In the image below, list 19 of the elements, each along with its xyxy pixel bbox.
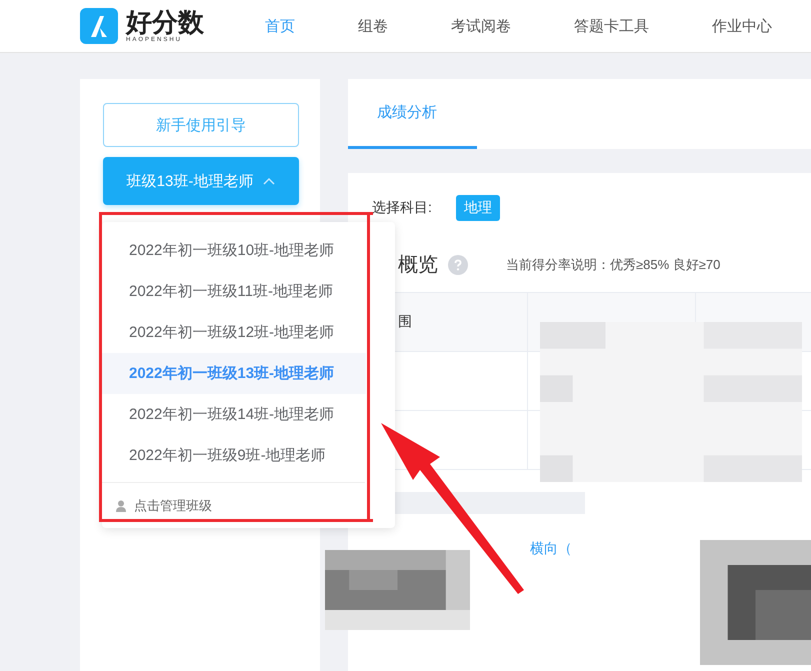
- class-option[interactable]: 2022年初一班级12班-地理老师: [102, 312, 366, 353]
- nav-link[interactable]: 组卷: [348, 16, 398, 36]
- subject-label: 选择科目:: [372, 199, 432, 217]
- nav-link[interactable]: 答题卡工具: [564, 16, 659, 36]
- overview-title: 概览: [398, 253, 438, 278]
- table-cell: 围: [398, 313, 412, 331]
- logo-icon: [80, 8, 118, 44]
- logo-name: 好分数: [126, 9, 204, 35]
- class-option[interactable]: 2022年初一班级11班-地理老师: [102, 271, 366, 312]
- nav-link[interactable]: 作业中心: [702, 16, 782, 36]
- class-option[interactable]: 2022年初一班级10班-地理老师: [102, 230, 366, 271]
- person-icon: [115, 499, 129, 513]
- caret-icon: [263, 177, 276, 185]
- manage-classes-link[interactable]: 点击管理班级: [102, 482, 365, 515]
- score-rate-note: 当前得分率说明：优秀≥85% 良好≥70: [506, 256, 720, 274]
- class-option[interactable]: 2022年初一班级14班-地理老师: [102, 394, 366, 435]
- class-option[interactable]: 2022年初一班级9班-地理老师: [102, 435, 366, 476]
- help-icon[interactable]: [448, 254, 468, 274]
- nav-link[interactable]: 考试阅卷: [441, 16, 521, 36]
